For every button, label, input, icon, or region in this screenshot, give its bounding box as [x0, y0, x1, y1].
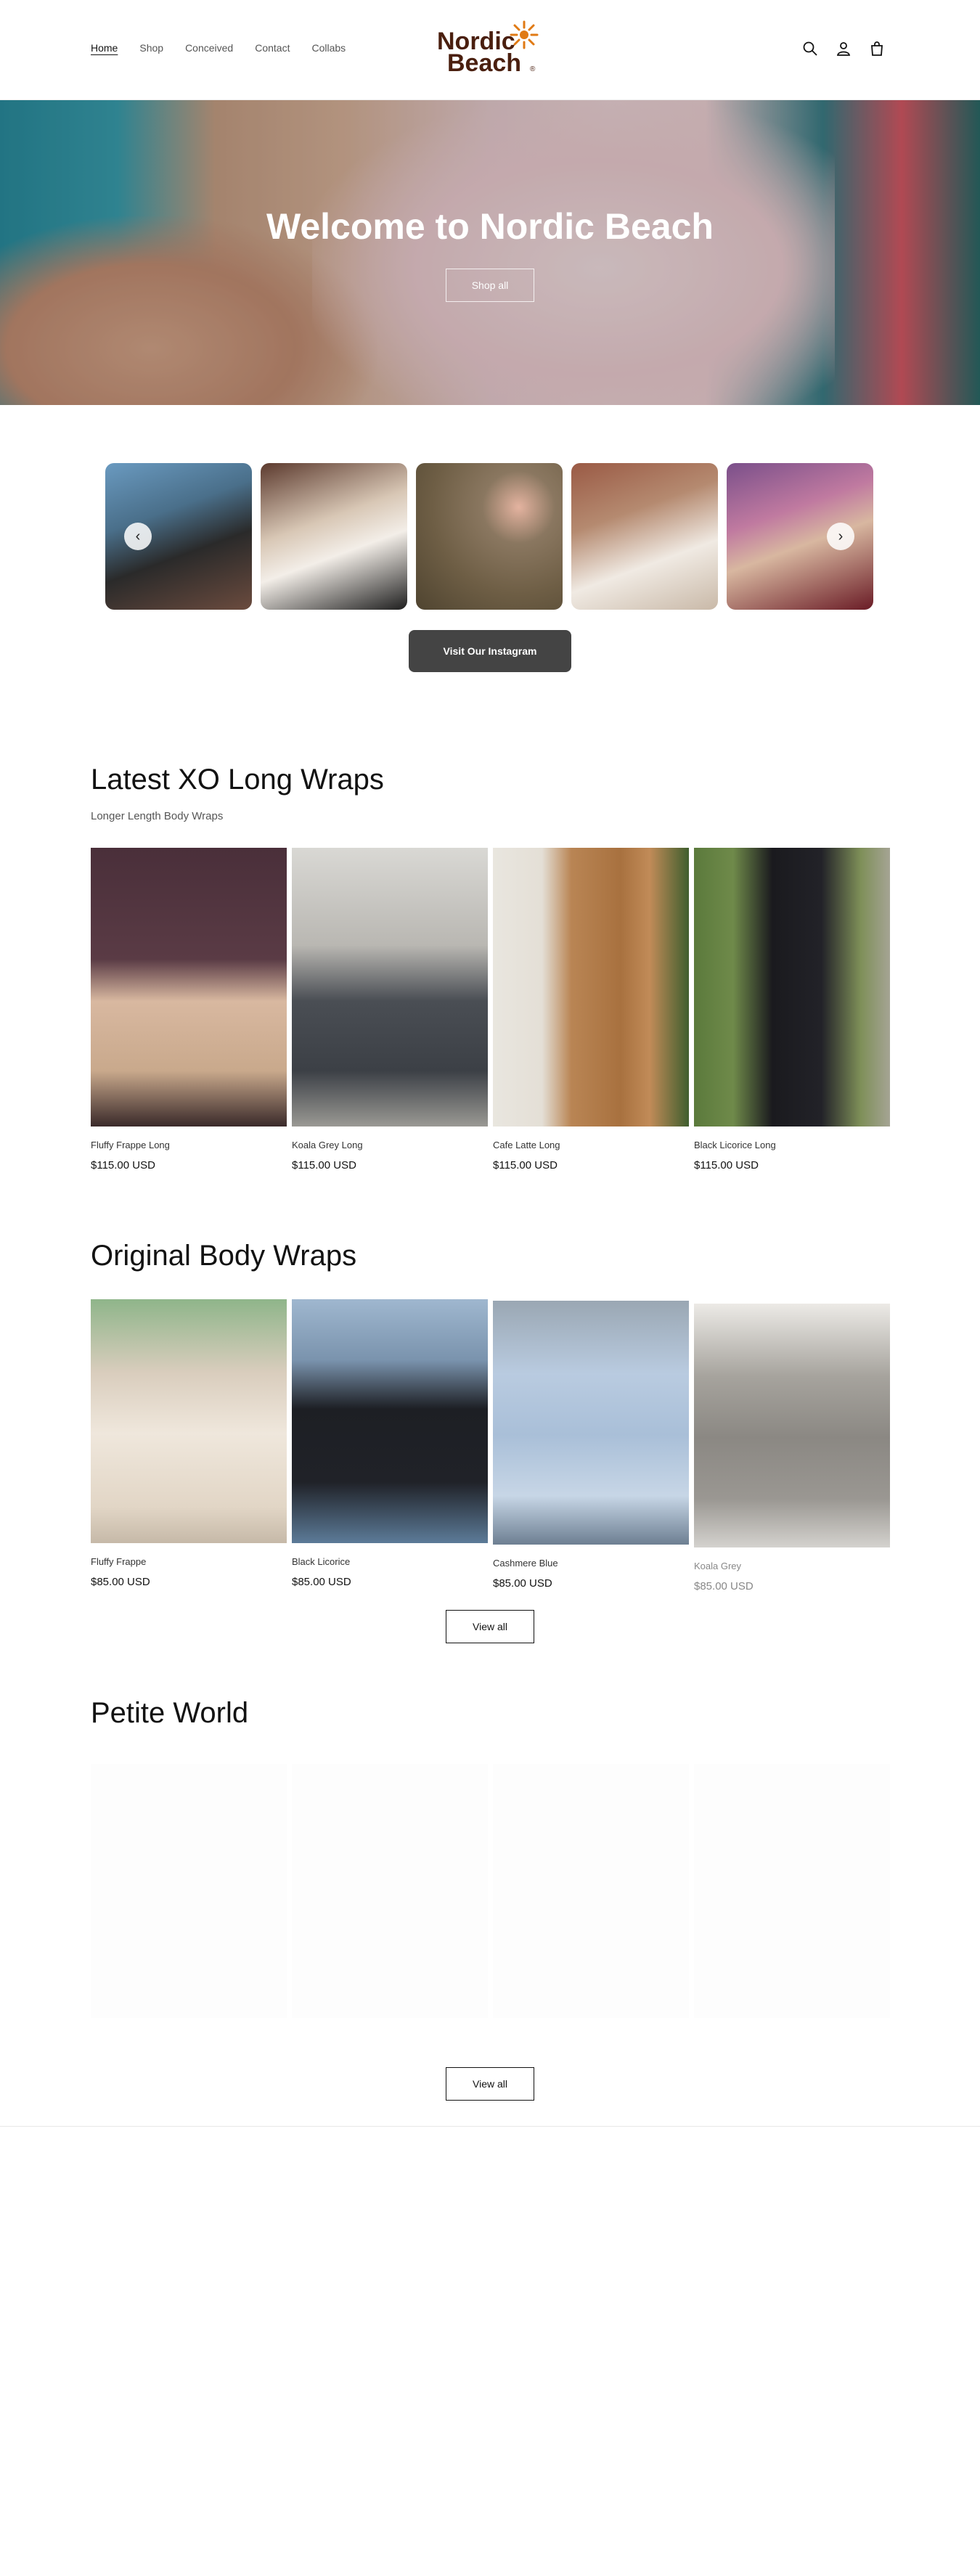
product-price: $115.00 USD: [292, 1159, 356, 1172]
site-header: Home Shop Conceived Contact Collabs Nord…: [0, 0, 980, 100]
shop-all-button[interactable]: Shop all: [446, 269, 534, 302]
product-price: $85.00 USD: [493, 1577, 552, 1590]
logo-registered-mark: ®: [530, 65, 536, 73]
product-card[interactable]: Black Licorice $85.00 USD: [292, 1299, 488, 1588]
main-nav: Home Shop Conceived Contact Collabs: [91, 42, 346, 54]
instagram-photo[interactable]: [571, 463, 718, 610]
product-price: $85.00 USD: [694, 1580, 754, 1592]
product-image-placeholder[interactable]: [292, 1764, 488, 2018]
instagram-photo[interactable]: [261, 463, 407, 610]
section-subtitle-latest: Longer Length Body Wraps: [91, 810, 224, 822]
product-card[interactable]: Fluffy Frappe $85.00 USD: [91, 1299, 287, 1588]
product-card[interactable]: Koala Grey $85.00 USD: [694, 1304, 890, 1592]
section-title-latest: Latest XO Long Wraps: [91, 764, 384, 796]
nav-conceived[interactable]: Conceived: [185, 42, 233, 54]
product-name[interactable]: Cafe Latte Long: [493, 1140, 689, 1150]
hero-overlay: [0, 100, 980, 405]
product-name[interactable]: Cashmere Blue: [493, 1558, 689, 1569]
product-price: $85.00 USD: [91, 1576, 150, 1588]
product-image[interactable]: [493, 848, 689, 1127]
product-price: $115.00 USD: [694, 1159, 759, 1172]
product-card[interactable]: Cashmere Blue $85.00 USD: [493, 1301, 689, 1590]
product-image[interactable]: [292, 848, 488, 1127]
hero-banner: Welcome to Nordic Beach Shop all: [0, 100, 980, 405]
product-card[interactable]: Cafe Latte Long $115.00 USD: [493, 848, 689, 1172]
site-logo[interactable]: Nordic Beach ®: [436, 19, 544, 80]
visit-instagram-button[interactable]: Visit Our Instagram: [409, 630, 571, 672]
product-price: $85.00 USD: [292, 1576, 351, 1588]
product-image-placeholder[interactable]: [694, 1764, 890, 2018]
product-name[interactable]: Fluffy Frappe Long: [91, 1140, 287, 1150]
product-image[interactable]: [292, 1299, 488, 1543]
product-name[interactable]: Fluffy Frappe: [91, 1556, 287, 1567]
product-price: $115.00 USD: [493, 1159, 558, 1172]
product-name[interactable]: Koala Grey Long: [292, 1140, 488, 1150]
view-all-button[interactable]: View all: [446, 2067, 534, 2101]
product-price: $115.00 USD: [91, 1159, 155, 1172]
product-image[interactable]: [91, 848, 287, 1127]
nav-home[interactable]: Home: [91, 42, 118, 54]
instagram-photo[interactable]: [416, 463, 563, 610]
carousel-prev-button[interactable]: ‹: [124, 523, 152, 550]
product-image[interactable]: [694, 1304, 890, 1547]
view-all-button[interactable]: View all: [446, 1610, 534, 1643]
cart-icon[interactable]: [868, 40, 886, 57]
logo-word-beach: Beach: [447, 49, 522, 77]
carousel-next-button[interactable]: ›: [827, 523, 854, 550]
section-title-petite: Petite World: [91, 1697, 249, 1729]
product-card[interactable]: Fluffy Frappe Long $115.00 USD: [91, 848, 287, 1172]
product-image[interactable]: [493, 1301, 689, 1545]
product-image-placeholder[interactable]: [493, 1764, 689, 2018]
nav-collabs[interactable]: Collabs: [311, 42, 346, 54]
product-name[interactable]: Black Licorice Long: [694, 1140, 890, 1150]
instagram-gallery: ‹ ›: [105, 463, 875, 610]
footer-divider: [0, 2126, 980, 2127]
search-icon[interactable]: [801, 40, 819, 57]
product-card[interactable]: Black Licorice Long $115.00 USD: [694, 848, 890, 1172]
header-icons: [801, 40, 886, 57]
hero-title: Welcome to Nordic Beach: [266, 206, 714, 247]
nav-shop[interactable]: Shop: [139, 42, 163, 54]
product-image[interactable]: [694, 848, 890, 1127]
product-name[interactable]: Black Licorice: [292, 1556, 488, 1567]
section-title-original: Original Body Wraps: [91, 1240, 357, 1272]
account-icon[interactable]: [835, 40, 852, 57]
product-image[interactable]: [91, 1299, 287, 1543]
product-image-placeholder[interactable]: [91, 1764, 287, 2018]
product-name[interactable]: Koala Grey: [694, 1561, 890, 1571]
nav-contact[interactable]: Contact: [255, 42, 290, 54]
product-card[interactable]: Koala Grey Long $115.00 USD: [292, 848, 488, 1172]
